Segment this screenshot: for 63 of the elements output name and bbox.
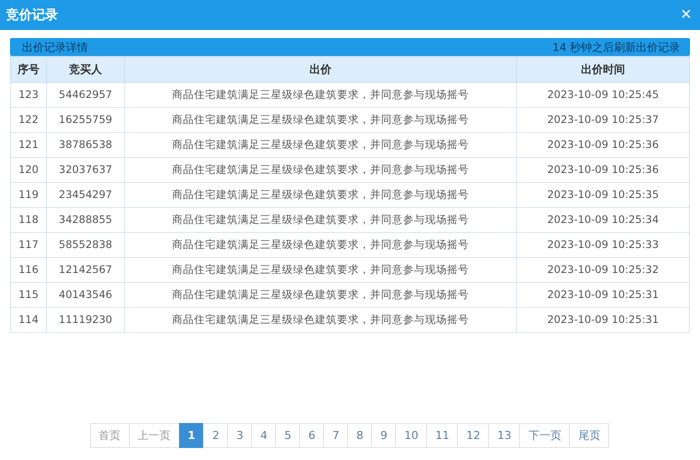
table-cell: 2023-10-09 10:25:31 (516, 282, 690, 308)
table-cell: 12142567 (46, 258, 124, 282)
table-cell: 2023-10-09 10:25:34 (516, 208, 690, 232)
table-cell: 商品住宅建筑满足三星级绿色建筑要求，并同意参与现场摇号 (124, 108, 516, 132)
table-cell: 2023-10-09 10:25:32 (516, 258, 690, 282)
table-cell: 120 (10, 158, 46, 182)
table-cell: 123 (10, 82, 46, 108)
table-cell: 商品住宅建筑满足三星级绿色建筑要求，并同意参与现场摇号 (124, 158, 516, 182)
table-cell: 商品住宅建筑满足三星级绿色建筑要求，并同意参与现场摇号 (124, 282, 516, 308)
table-cell: 11119230 (46, 308, 124, 332)
column-header: 出价 (124, 56, 516, 82)
table-cell: 119 (10, 182, 46, 208)
page-button[interactable]: 11 (426, 423, 458, 448)
page-button[interactable]: 13 (488, 423, 520, 448)
page-button[interactable]: 12 (457, 423, 490, 448)
column-header: 出价时间 (516, 56, 690, 82)
page-button[interactable]: 下一页 (519, 423, 570, 448)
table-cell: 2023-10-09 10:25:33 (516, 232, 690, 258)
page-button[interactable]: 4 (251, 423, 276, 448)
table-cell: 商品住宅建筑满足三星级绿色建筑要求，并同意参与现场摇号 (124, 182, 516, 208)
table-cell: 122 (10, 108, 46, 132)
table-cell: 34288855 (46, 208, 124, 232)
table-cell: 商品住宅建筑满足三星级绿色建筑要求，并同意参与现场摇号 (124, 232, 516, 258)
table-cell: 117 (10, 232, 46, 258)
table-cell: 40143546 (46, 282, 124, 308)
page-button[interactable]: 6 (299, 423, 324, 448)
table-cell: 121 (10, 132, 46, 158)
page-button[interactable]: 尾页 (569, 423, 610, 448)
page-button[interactable]: 5 (275, 423, 300, 448)
table-cell: 118 (10, 208, 46, 232)
table-cell: 2023-10-09 10:25:31 (516, 308, 690, 332)
table-cell: 商品住宅建筑满足三星级绿色建筑要求，并同意参与现场摇号 (124, 132, 516, 158)
refresh-note: 14 秒钟之后刷新出价记录 (552, 40, 680, 54)
column-header: 竞买人 (46, 56, 124, 82)
table-cell: 2023-10-09 10:25:36 (516, 132, 690, 158)
table-cell: 32037637 (46, 158, 124, 182)
page-button[interactable]: 9 (371, 423, 396, 448)
table-cell: 116 (10, 258, 46, 282)
table-cell: 商品住宅建筑满足三星级绿色建筑要求，并同意参与现场摇号 (124, 258, 516, 282)
page-button[interactable]: 3 (227, 423, 252, 448)
table-cell: 114 (10, 308, 46, 332)
table-cell: 2023-10-09 10:25:36 (516, 158, 690, 182)
table-cell: 商品住宅建筑满足三星级绿色建筑要求，并同意参与现场摇号 (124, 82, 516, 108)
table-cell: 115 (10, 282, 46, 308)
page-button[interactable]: 2 (203, 423, 228, 448)
page-button[interactable]: 8 (347, 423, 372, 448)
table-cell: 2023-10-09 10:25:35 (516, 182, 690, 208)
table-cell: 23454297 (46, 182, 124, 208)
table-cell: 38786538 (46, 132, 124, 158)
table-cell: 2023-10-09 10:25:45 (516, 82, 690, 108)
column-header: 序号 (10, 56, 46, 82)
table-cell: 54462957 (46, 82, 124, 108)
page-button[interactable]: 10 (395, 423, 428, 448)
table-cell: 商品住宅建筑满足三星级绿色建筑要求，并同意参与现场摇号 (124, 208, 516, 232)
panel-title: 出价记录详情 (22, 40, 88, 54)
page-button[interactable]: 1 (178, 423, 204, 448)
window-title: 竞价记录 (6, 6, 58, 24)
table-cell: 商品住宅建筑满足三星级绿色建筑要求，并同意参与现场摇号 (124, 308, 516, 332)
page-button[interactable]: 7 (323, 423, 348, 448)
table-cell: 16255759 (46, 108, 124, 132)
table-cell: 2023-10-09 10:25:37 (516, 108, 690, 132)
table-cell: 58552838 (46, 232, 124, 258)
close-button[interactable]: ✕ (680, 7, 692, 23)
